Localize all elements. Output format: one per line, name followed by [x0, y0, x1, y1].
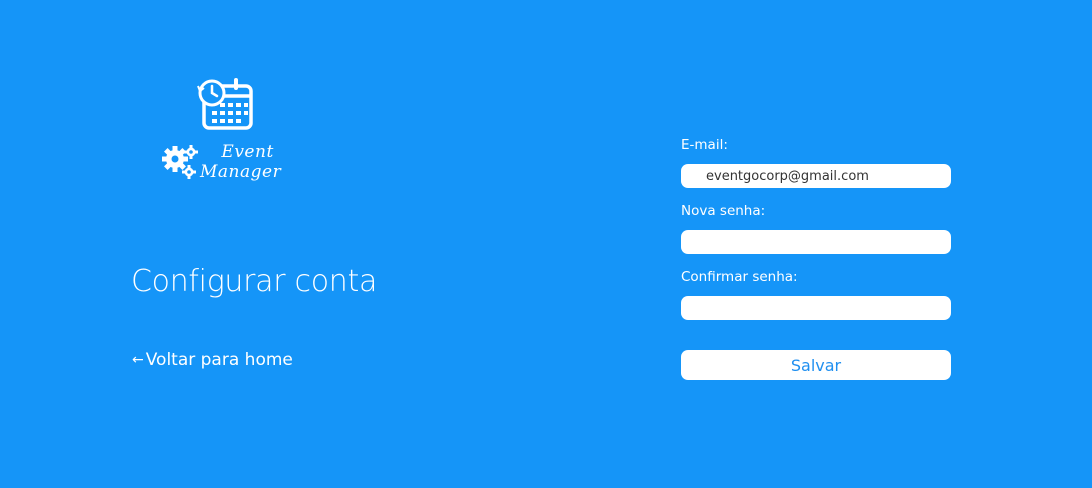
logo-line-1: Event: [221, 142, 274, 162]
arrow-left-icon: ←: [132, 352, 144, 368]
confirm-password-field[interactable]: [681, 296, 951, 320]
email-field[interactable]: [681, 164, 951, 188]
event-manager-logo: Event Manager: [160, 76, 288, 186]
logo-line-2: Manager: [200, 162, 282, 182]
confirm-password-label: Confirmar senha:: [681, 269, 798, 285]
page-title: Configurar conta: [131, 264, 378, 299]
new-password-label: Nova senha:: [681, 203, 766, 219]
email-label: E-mail:: [681, 137, 728, 153]
back-to-home-link[interactable]: ← Voltar para home: [132, 350, 293, 370]
save-button[interactable]: Salvar: [681, 350, 951, 380]
back-link-label: Voltar para home: [145, 350, 293, 370]
account-settings-form: E-mail: Nova senha: Confirmar senha: Sal…: [681, 136, 951, 380]
new-password-field[interactable]: [681, 230, 951, 254]
logo-wordmark: Event Manager: [200, 142, 281, 182]
